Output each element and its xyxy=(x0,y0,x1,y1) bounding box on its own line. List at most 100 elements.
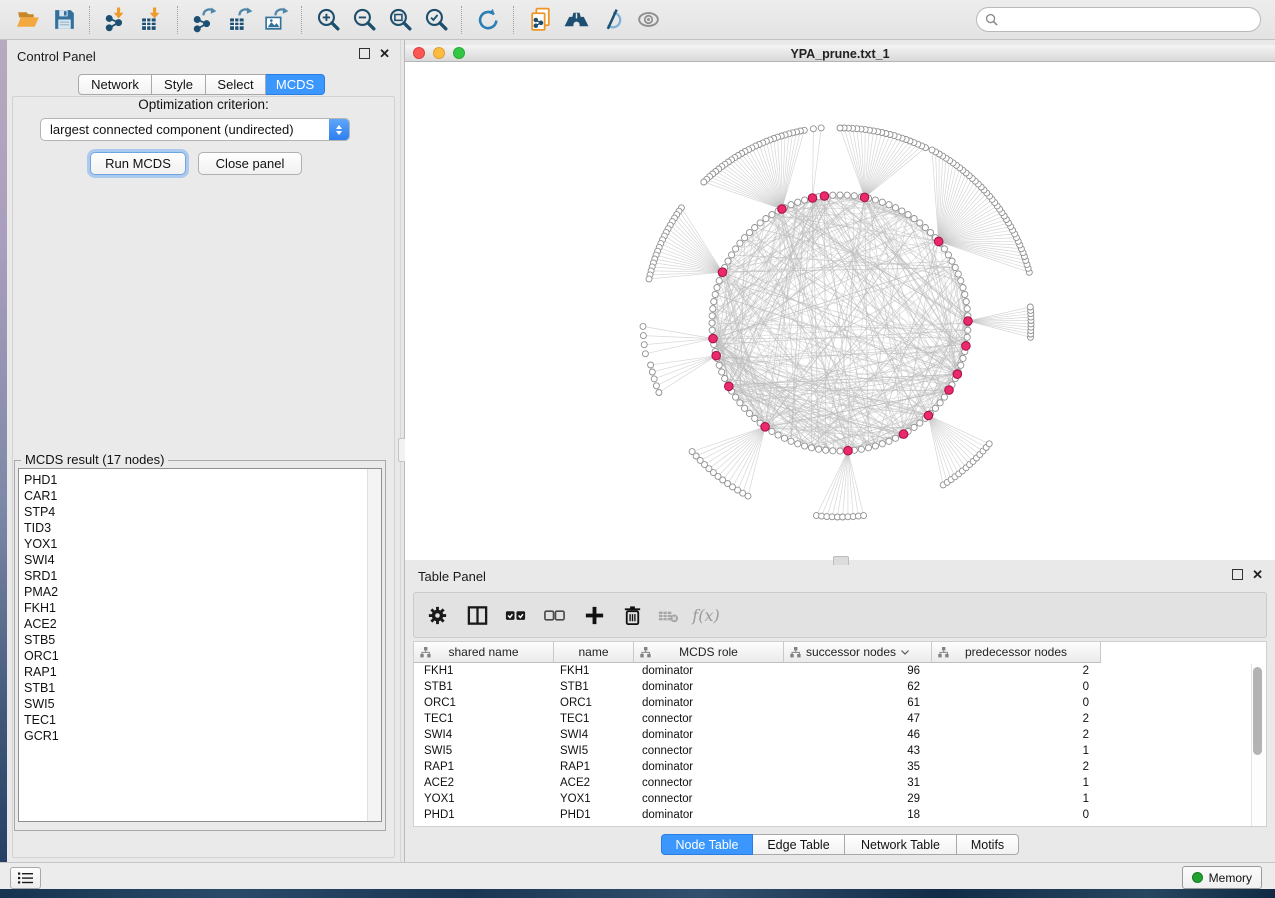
bird-eye-view-button[interactable] xyxy=(630,4,666,36)
table-settings-button[interactable] xyxy=(420,598,454,632)
table-cell: RAP1 xyxy=(414,761,554,773)
zoom-out-button[interactable] xyxy=(346,4,382,36)
mcds-result-item[interactable]: CAR1 xyxy=(19,488,381,504)
table-cell: ORC1 xyxy=(554,697,634,709)
toolbar-separator xyxy=(89,6,91,34)
mcds-result-list[interactable]: PHD1CAR1STP4TID3YOX1SWI4SRD1PMA2FKH1ACE2… xyxy=(18,468,382,822)
open-session-button[interactable] xyxy=(10,4,46,36)
delete-columns-button[interactable] xyxy=(615,598,649,632)
mcds-result-item[interactable]: STB1 xyxy=(19,680,381,696)
tab-style[interactable]: Style xyxy=(152,74,206,95)
mcds-list-scrollbar[interactable] xyxy=(367,469,381,821)
column-header-shared-name[interactable]: shared name xyxy=(414,642,554,663)
tab-motifs[interactable]: Motifs xyxy=(957,834,1019,855)
table-cell: YOX1 xyxy=(414,793,554,805)
table-cell: STB1 xyxy=(554,681,634,693)
first-neighbors-button[interactable] xyxy=(558,4,594,36)
network-graph xyxy=(405,62,1275,560)
table-cell: TEC1 xyxy=(554,713,634,725)
mcds-result-item[interactable]: STP4 xyxy=(19,504,381,520)
mcds-result-item[interactable]: GCR1 xyxy=(19,728,381,744)
table-row[interactable]: ACE2ACE2connector311 xyxy=(414,775,1266,791)
main-toolbar xyxy=(0,0,1275,40)
column-header-successor-nodes[interactable]: successor nodes xyxy=(784,642,932,663)
delete-table-button[interactable] xyxy=(651,598,685,632)
mcds-result-item[interactable]: SWI4 xyxy=(19,552,381,568)
criterion-dropdown[interactable]: largest connected component (undirected) xyxy=(40,118,350,141)
float-table-panel-icon[interactable] xyxy=(1232,569,1243,580)
columns-icon xyxy=(466,604,489,627)
memory-button[interactable]: Memory xyxy=(1182,866,1262,889)
table-row[interactable]: ORC1ORC1dominator610 xyxy=(414,695,1266,711)
tab-node-table[interactable]: Node Table xyxy=(661,834,753,855)
criterion-value: largest connected component (undirected) xyxy=(41,122,329,137)
apply-layout-button[interactable] xyxy=(470,4,506,36)
select-all-button[interactable] xyxy=(498,598,532,632)
import-network-button[interactable] xyxy=(98,4,134,36)
export-image-button[interactable] xyxy=(258,4,294,36)
table-row[interactable]: TEC1TEC1connector472 xyxy=(414,711,1266,727)
mcds-result-item[interactable]: STB5 xyxy=(19,632,381,648)
mcds-result-item[interactable]: ORC1 xyxy=(19,648,381,664)
function-builder-button[interactable]: f(x) xyxy=(689,598,723,632)
export-table-button[interactable] xyxy=(222,4,258,36)
mcds-result-item[interactable]: PHD1 xyxy=(19,472,381,488)
table-scrollbar[interactable] xyxy=(1251,664,1265,826)
network-window-titlebar[interactable]: YPA_prune.txt_1 xyxy=(405,45,1275,62)
mcds-result-item[interactable]: ACE2 xyxy=(19,616,381,632)
close-panel-icon[interactable]: ✕ xyxy=(379,48,390,59)
table-row[interactable]: SWI5SWI5connector431 xyxy=(414,743,1266,759)
import-table-button[interactable] xyxy=(134,4,170,36)
show-graphics-details-button[interactable] xyxy=(594,4,630,36)
tab-select[interactable]: Select xyxy=(206,74,266,95)
tab-network-table[interactable]: Network Table xyxy=(845,834,957,855)
mcds-result-item[interactable]: TID3 xyxy=(19,520,381,536)
table-row[interactable]: YOX1YOX1connector291 xyxy=(414,791,1266,807)
zoom-selected-button[interactable] xyxy=(418,4,454,36)
mcds-result-item[interactable]: FKH1 xyxy=(19,600,381,616)
add-column-button[interactable] xyxy=(577,598,611,632)
zoom-fit-button[interactable] xyxy=(382,4,418,36)
tab-mcds[interactable]: MCDS xyxy=(266,74,325,95)
table-cell: connector xyxy=(634,793,784,805)
mcds-result-item[interactable]: TEC1 xyxy=(19,712,381,728)
attribute-tree-icon xyxy=(790,647,801,658)
clone-network-button[interactable] xyxy=(522,4,558,36)
network-search-box[interactable] xyxy=(976,7,1261,32)
table-row[interactable]: SWI4SWI4dominator462 xyxy=(414,727,1266,743)
mcds-result-item[interactable]: SWI5 xyxy=(19,696,381,712)
table-cell: ACE2 xyxy=(554,777,634,789)
mcds-result-item[interactable]: PMA2 xyxy=(19,584,381,600)
show-log-button[interactable] xyxy=(10,867,41,889)
close-panel-button[interactable]: Close panel xyxy=(198,152,302,175)
run-mcds-button[interactable]: Run MCDS xyxy=(90,152,186,175)
network-canvas[interactable] xyxy=(405,62,1275,560)
show-column-layout-button[interactable] xyxy=(460,598,494,632)
trash-icon xyxy=(621,604,644,627)
save-session-button[interactable] xyxy=(46,4,82,36)
mcds-result-item[interactable]: SRD1 xyxy=(19,568,381,584)
tab-network[interactable]: Network xyxy=(78,74,152,95)
column-header-mcds-role[interactable]: MCDS role xyxy=(634,642,784,663)
mcds-result-item[interactable]: RAP1 xyxy=(19,664,381,680)
table-row[interactable]: RAP1RAP1dominator352 xyxy=(414,759,1266,775)
table-scrollbar-thumb[interactable] xyxy=(1253,667,1262,755)
table-row[interactable]: STB1STB1dominator620 xyxy=(414,679,1266,695)
column-header-name[interactable]: name xyxy=(554,642,634,663)
column-header-predecessor-nodes[interactable]: predecessor nodes xyxy=(932,642,1101,663)
table-cell: TEC1 xyxy=(414,713,554,725)
search-input[interactable] xyxy=(1003,12,1260,28)
save-floppy-icon xyxy=(51,6,78,33)
close-table-panel-icon[interactable]: ✕ xyxy=(1252,569,1263,580)
toolbar-separator xyxy=(513,6,515,34)
export-network-button[interactable] xyxy=(186,4,222,36)
float-panel-icon[interactable] xyxy=(359,48,370,59)
zoom-in-button[interactable] xyxy=(310,4,346,36)
table-row[interactable]: PHD1PHD1dominator180 xyxy=(414,807,1266,823)
table-cell: PHD1 xyxy=(554,809,634,821)
clear-selection-button[interactable] xyxy=(537,598,571,632)
table-row[interactable]: FKH1FKH1dominator962 xyxy=(414,663,1266,679)
checked-boxes-icon xyxy=(504,604,527,627)
tab-edge-table[interactable]: Edge Table xyxy=(753,834,845,855)
mcds-result-item[interactable]: YOX1 xyxy=(19,536,381,552)
